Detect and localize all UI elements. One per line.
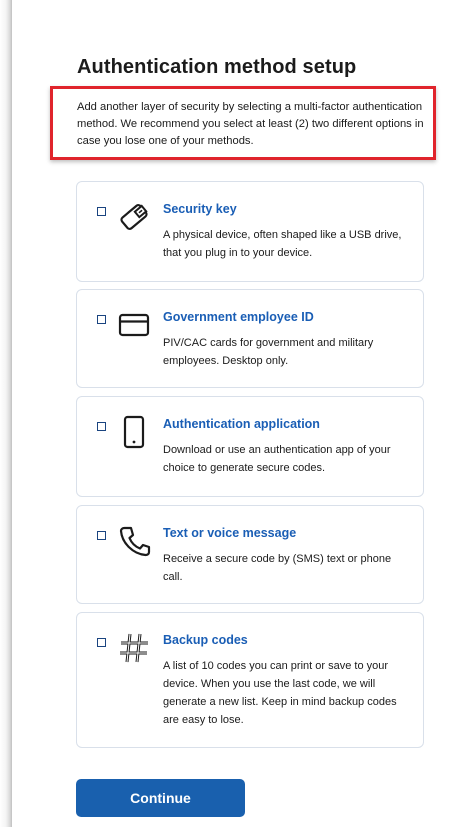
option-title: Authentication application — [163, 417, 320, 431]
intro-highlight-box: Add another layer of security by selecti… — [50, 86, 436, 160]
option-description: Receive a secure code by (SMS) text or p… — [163, 553, 392, 583]
hashtag-icon — [120, 633, 148, 663]
mfa-setup-page: Authentication method setup Add another … — [12, 0, 461, 827]
backup-codes-checkbox[interactable] — [97, 638, 106, 647]
option-description: A list of 10 codes you can print or save… — [163, 660, 397, 726]
continue-button[interactable]: Continue — [76, 779, 245, 817]
option-description: Download or use an authentication app of… — [163, 444, 391, 474]
authentication-app-checkbox[interactable] — [97, 422, 106, 431]
option-description: PIV/CAC cards for government and militar… — [163, 337, 374, 367]
phone-handset-icon — [119, 526, 151, 557]
option-title: Security key — [163, 202, 237, 216]
page-title: Authentication method setup — [77, 56, 357, 78]
option-authentication-app[interactable]: Authentication application Download or u… — [76, 396, 424, 497]
option-security-key[interactable]: Security key A physical device, often sh… — [76, 181, 424, 282]
option-title: Backup codes — [163, 633, 248, 647]
option-title: Text or voice message — [163, 526, 297, 540]
option-description: A physical device, often shaped like a U… — [163, 229, 402, 259]
option-title: Government employee ID — [163, 310, 314, 324]
security-key-checkbox[interactable] — [97, 207, 106, 216]
security-key-icon — [120, 204, 148, 230]
phone-device-icon — [123, 415, 145, 449]
id-card-icon — [118, 313, 150, 337]
government-id-checkbox[interactable] — [97, 315, 106, 324]
option-backup-codes[interactable]: Backup codes A list of 10 codes you can … — [76, 612, 424, 748]
page-edge-shadow — [0, 0, 12, 827]
option-government-id[interactable]: Government employee ID PIV/CAC cards for… — [76, 289, 424, 388]
text-voice-checkbox[interactable] — [97, 531, 106, 540]
intro-text: Add another layer of security by selecti… — [77, 101, 424, 147]
option-text-voice[interactable]: Text or voice message Receive a secure c… — [76, 505, 424, 604]
